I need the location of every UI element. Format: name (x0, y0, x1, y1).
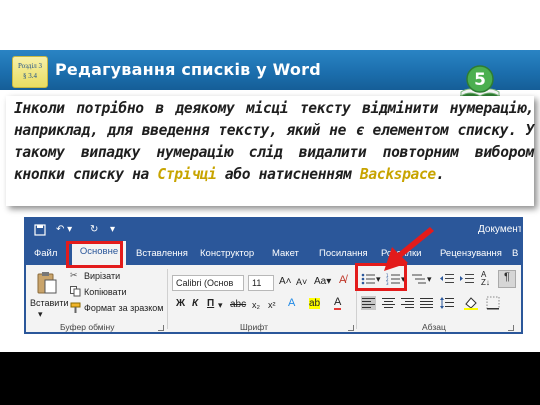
tab-layout[interactable]: Макет (272, 248, 299, 259)
copy-button[interactable]: Копіювати (84, 287, 127, 297)
body-text-part2: або натисненням (216, 166, 360, 183)
tab-file[interactable]: Файл (34, 248, 57, 259)
paste-icon[interactable] (36, 271, 58, 295)
change-case-icon[interactable]: Aa▾ (314, 276, 331, 287)
grow-font-icon[interactable]: A˄ (279, 276, 292, 287)
body-text: Інколи потрібно в деякому місці тексту в… (14, 98, 534, 186)
undo-icon[interactable]: ↶ ▾ (56, 224, 72, 235)
underline-dropdown-icon[interactable]: ▾ (218, 300, 223, 311)
line-spacing-icon[interactable] (440, 297, 456, 309)
document-title: Документ (478, 224, 523, 235)
subscript-icon[interactable]: x₂ (252, 300, 260, 310)
paste-dropdown-icon[interactable]: ▾ (38, 309, 43, 320)
sort-icon[interactable]: A Z↓ (481, 271, 490, 287)
clipboard-group-label: Буфер обміну (60, 322, 115, 332)
clear-formatting-icon[interactable]: A̸ (339, 274, 346, 286)
borders-icon[interactable] (486, 296, 500, 310)
tab-design[interactable]: Конструктор (200, 248, 254, 259)
tab-review[interactable]: Рецензування (440, 248, 502, 259)
paragraph-launcher-icon[interactable] (508, 325, 514, 331)
save-icon[interactable] (34, 224, 46, 239)
cut-icon[interactable]: ✂ (70, 270, 78, 281)
italic-button[interactable]: К (192, 298, 198, 309)
align-center-icon[interactable] (382, 298, 395, 308)
paste-button[interactable]: Вставити (30, 298, 69, 308)
format-painter-icon[interactable] (70, 302, 81, 313)
shrink-font-icon[interactable]: A˅ (296, 277, 307, 287)
cut-button[interactable]: Вирізати (84, 271, 120, 281)
tab-view[interactable]: В (512, 248, 518, 259)
group-divider (167, 269, 168, 329)
copy-icon[interactable] (70, 286, 81, 297)
qat-customize-icon[interactable]: ▾ (110, 224, 115, 235)
justify-icon[interactable] (420, 298, 433, 308)
red-arrow-icon (384, 227, 434, 271)
font-size-select[interactable]: 11 (248, 275, 274, 291)
shading-icon[interactable] (464, 296, 478, 310)
highlight-color-icon[interactable]: ab (309, 298, 321, 309)
section-badge: Розділ 3 § 3.4 (12, 56, 48, 88)
ribbon-home: Вставити ▾ ✂ Вирізати Копіювати Формат з… (26, 265, 521, 332)
font-name-select[interactable]: Calibri (Основ (172, 275, 244, 291)
underline-button[interactable]: П (207, 298, 214, 309)
font-launcher-icon[interactable] (348, 325, 354, 331)
font-color-icon[interactable]: A (334, 297, 342, 310)
body-highlight-ribbon: Стрічці (157, 166, 217, 183)
body-highlight-backspace: Backspace (359, 166, 436, 183)
bold-button[interactable]: Ж (176, 298, 185, 309)
word-ribbon-screenshot: ↶ ▾ ↻ ▾ Документ Файл Вставлення Констру… (24, 217, 523, 334)
format-painter-button[interactable]: Формат за зразком (84, 303, 164, 313)
slide-title: Редагування списків у Word (55, 60, 321, 79)
grade-number: 5 (474, 70, 486, 90)
section-badge-line2: § 3.4 (23, 72, 37, 80)
decrease-indent-icon[interactable] (440, 273, 454, 285)
strikethrough-icon[interactable]: abc (230, 299, 246, 310)
increase-indent-icon[interactable] (460, 273, 474, 285)
tab-insert[interactable]: Вставлення (136, 248, 188, 259)
section-badge-line1: Розділ 3 (17, 62, 43, 70)
footer-band (0, 352, 540, 405)
body-text-part3: . (435, 166, 445, 183)
multilevel-dropdown-icon[interactable]: ▾ (427, 274, 432, 285)
align-left-icon[interactable] (362, 298, 375, 308)
clipboard-launcher-icon[interactable] (158, 325, 164, 331)
redo-icon[interactable]: ↻ (90, 224, 98, 235)
font-group-label: Шрифт (240, 322, 268, 332)
show-marks-icon[interactable]: ¶ (498, 270, 516, 288)
align-right-icon[interactable] (401, 298, 414, 308)
home-tab-highlight (66, 241, 123, 268)
tab-references[interactable]: Посилання (319, 248, 368, 259)
paragraph-group-label: Абзац (422, 322, 446, 332)
quick-access-toolbar: ↶ ▾ ↻ ▾ Документ (26, 219, 521, 243)
superscript-icon[interactable]: x² (268, 300, 276, 310)
text-effects-icon[interactable]: A (288, 297, 295, 309)
